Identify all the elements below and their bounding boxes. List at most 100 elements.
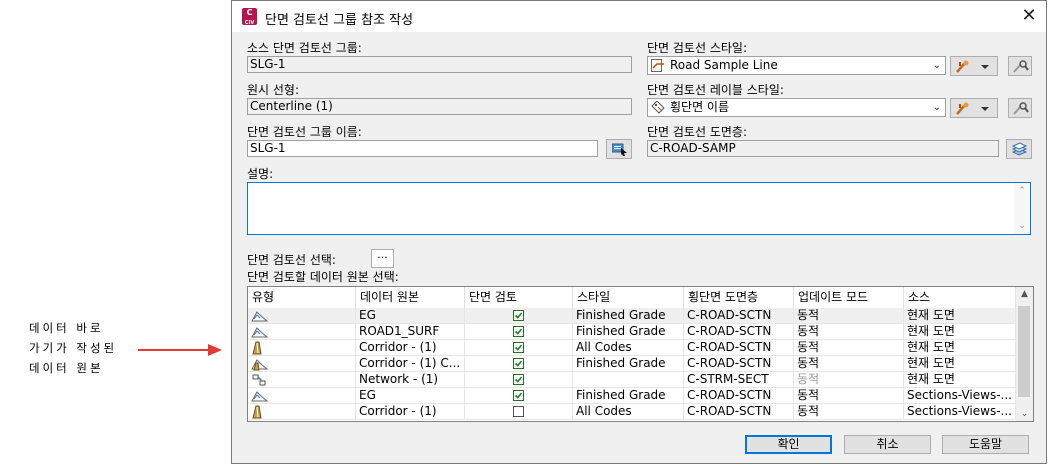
- label-style-value: 횡단면 이름: [670, 100, 730, 114]
- update-mode-cell[interactable]: 동적: [794, 356, 904, 372]
- label-style-dropdown[interactable]: 횡단면 이름 ⌄: [647, 98, 946, 117]
- pipe-network-icon: [252, 374, 266, 386]
- type-cell: [248, 388, 356, 404]
- type-cell: [248, 308, 356, 324]
- layer-cell[interactable]: C-ROAD-SCTN: [684, 404, 794, 420]
- style-pick-button[interactable]: [1008, 56, 1032, 76]
- surface-icon: [251, 311, 268, 322]
- sample-checkbox[interactable]: [513, 310, 524, 321]
- column-header-update-mode[interactable]: 업데이트 모드: [794, 287, 904, 308]
- close-icon[interactable]: ✕: [1020, 6, 1038, 26]
- layer-field: C-ROAD-SAMP: [647, 140, 999, 157]
- sample-checkbox[interactable]: [513, 326, 524, 337]
- column-header-origin[interactable]: 소스: [904, 287, 1016, 308]
- select-sample-lines-button[interactable]: ···: [371, 249, 394, 268]
- layer-cell[interactable]: C-ROAD-SCTN: [684, 340, 794, 356]
- title-bar: C CIV 단면 검토선 그룹 참조 작성 ✕: [232, 1, 1046, 32]
- layers-icon: [1011, 142, 1028, 156]
- sample-checkbox[interactable]: [513, 390, 524, 401]
- label-style-pick-button[interactable]: [1008, 98, 1032, 118]
- style-cell[interactable]: Finished Grade: [573, 308, 684, 324]
- sample-checkbox-cell[interactable]: [465, 340, 573, 356]
- sample-checkbox-cell[interactable]: [465, 356, 573, 372]
- sample-checkbox[interactable]: [513, 358, 524, 369]
- column-header-style[interactable]: 스타일: [573, 287, 684, 308]
- sample-checkbox[interactable]: [513, 374, 524, 385]
- description-textarea[interactable]: ⌃ ⌄: [247, 182, 1031, 235]
- table-row[interactable]: EG Finished Grade C-ROAD-SCTN 동적 현재 도면: [248, 308, 1016, 324]
- origin-cell: Sections-Views-...: [904, 388, 1016, 404]
- update-mode-cell[interactable]: 동적: [794, 404, 904, 420]
- description-scrollbar[interactable]: ⌃ ⌄: [1014, 183, 1030, 234]
- layer-select-button[interactable]: [1006, 139, 1032, 159]
- style-edit-menu-button[interactable]: [950, 56, 998, 76]
- label-style-edit-menu-button[interactable]: [950, 98, 998, 118]
- sample-checkbox-cell[interactable]: [465, 308, 573, 324]
- sample-line-style-value: Road Sample Line: [670, 58, 778, 72]
- chevron-down-icon: ⌄: [932, 60, 941, 71]
- update-mode-cell[interactable]: 동적: [794, 324, 904, 340]
- update-mode-cell[interactable]: 동적: [794, 372, 904, 388]
- sample-checkbox[interactable]: [513, 406, 524, 417]
- layer-cell[interactable]: C-ROAD-SCTN: [684, 324, 794, 340]
- origin-cell: 현재 도면: [904, 324, 1016, 340]
- table-row[interactable]: Corridor - (1) C... Finished Grade C-ROAD-…: [248, 356, 1016, 372]
- layer-cell[interactable]: C-STRM-SECT: [684, 372, 794, 388]
- sample-line-style-dropdown[interactable]: Road Sample Line ⌄: [647, 56, 946, 75]
- sample-checkbox-cell[interactable]: [465, 388, 573, 404]
- ok-button[interactable]: 확인: [745, 435, 832, 454]
- scroll-down-icon[interactable]: ⌄: [1016, 409, 1033, 419]
- update-mode-cell[interactable]: 동적: [794, 388, 904, 404]
- style-cell[interactable]: Finished Grade: [573, 324, 684, 340]
- column-header-layer[interactable]: 횡단면 도면층: [684, 287, 794, 308]
- sample-checkbox[interactable]: [513, 342, 524, 353]
- data-source-grid[interactable]: 유형 데이터 원본 단면 검토 스타일 횡단면 도면층 업데이트 모드 소스 E…: [247, 286, 1034, 422]
- annotation-line-2: 가기가 작성된: [29, 341, 118, 355]
- style-cell[interactable]: Finished Grade: [573, 356, 684, 372]
- style-cell[interactable]: Finished Grade: [573, 388, 684, 404]
- column-header-sample[interactable]: 단면 검토: [465, 287, 573, 308]
- source-group-field: SLG-1: [247, 56, 632, 73]
- annotation-line-1: 데이터 바로: [29, 321, 104, 335]
- table-row[interactable]: Network - (1) C-STRM-SECT 동적 현재 도면: [248, 372, 1016, 388]
- style-cell[interactable]: [573, 372, 684, 388]
- alignment-label: 원시 선형:: [247, 83, 300, 97]
- dialog-title: 단면 검토선 그룹 참조 작성: [265, 13, 414, 28]
- sample-checkbox-cell[interactable]: [465, 372, 573, 388]
- layer-cell[interactable]: C-ROAD-SCTN: [684, 388, 794, 404]
- sample-line-style-label: 단면 검토선 스타일:: [647, 41, 747, 55]
- layer-cell[interactable]: C-ROAD-SCTN: [684, 356, 794, 372]
- table-row[interactable]: EG Finished Grade C-ROAD-SCTN 동적 Sections-Vi…: [248, 388, 1016, 404]
- type-cell: [248, 404, 356, 420]
- group-name-input[interactable]: SLG-1: [247, 140, 598, 157]
- origin-cell: 현재 도면: [904, 372, 1016, 388]
- table-row[interactable]: Corridor - (1) All Codes C-ROAD-SCTN 동적 현재 도…: [248, 340, 1016, 356]
- surface-icon: [251, 327, 268, 338]
- sample-checkbox-cell[interactable]: [465, 324, 573, 340]
- help-button[interactable]: 도움말: [942, 435, 1029, 454]
- sample-checkbox-cell[interactable]: [465, 404, 573, 420]
- table-row[interactable]: Corridor - (1) All Codes C-ROAD-SCTN 동적 Sect…: [248, 404, 1016, 420]
- grid-scrollbar[interactable]: ▲ ⌄: [1016, 287, 1033, 421]
- data-source-cell: ROAD1_SURF: [356, 324, 465, 340]
- scroll-up-icon[interactable]: ▲: [1016, 289, 1033, 299]
- scrollbar-thumb[interactable]: [1018, 306, 1030, 397]
- update-mode-cell[interactable]: 동적: [794, 340, 904, 356]
- cancel-button[interactable]: 취소: [844, 435, 931, 454]
- data-source-cell: EG: [356, 308, 465, 324]
- update-mode-cell[interactable]: 동적: [794, 308, 904, 324]
- table-row[interactable]: ROAD1_SURF Finished Grade C-ROAD-SCTN 동적 현재 …: [248, 324, 1016, 340]
- data-source-cell: Network - (1): [356, 372, 465, 388]
- origin-cell: Sections-Views-...: [904, 404, 1016, 420]
- scroll-down-icon[interactable]: ⌄: [1014, 221, 1030, 231]
- column-header-source[interactable]: 데이터 원본: [356, 287, 465, 308]
- scroll-up-icon[interactable]: ⌃: [1014, 186, 1030, 196]
- style-cell[interactable]: All Codes: [573, 404, 684, 420]
- data-source-cell: Corridor - (1): [356, 340, 465, 356]
- column-header-type[interactable]: 유형: [248, 287, 356, 308]
- select-sample-lines-label: 단면 검토선 선택:: [247, 253, 336, 267]
- data-source-cell: Corridor - (1): [356, 404, 465, 420]
- layer-cell[interactable]: C-ROAD-SCTN: [684, 308, 794, 324]
- style-cell[interactable]: All Codes: [573, 340, 684, 356]
- name-template-button[interactable]: [606, 139, 632, 159]
